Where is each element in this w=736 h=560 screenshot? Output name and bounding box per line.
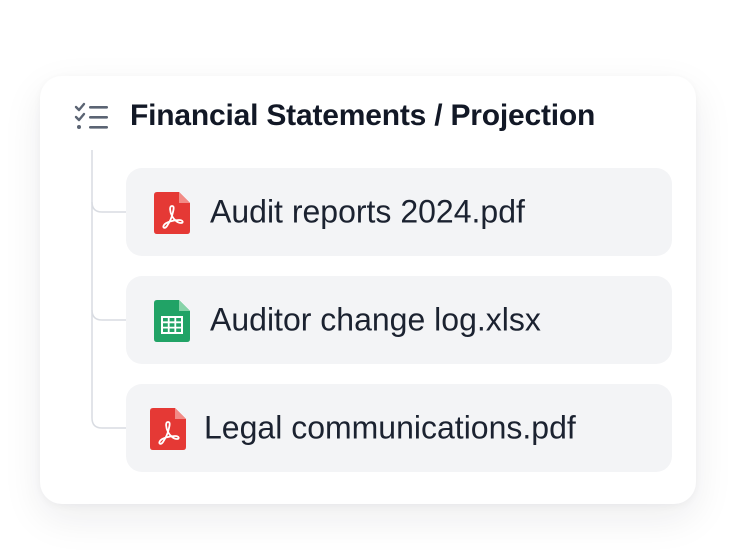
file-name: Auditor change log.xlsx [210, 301, 541, 338]
folder-title: Financial Statements / Projection [130, 99, 596, 132]
file-name: Audit reports 2024.pdf [210, 193, 525, 230]
file-item-legal-communications[interactable]: Legal communications.pdf [126, 384, 672, 472]
pdf-icon [154, 192, 190, 234]
folder-header[interactable]: Financial Statements / Projection [74, 96, 595, 136]
pdf-icon [150, 408, 186, 450]
file-item-audit-reports[interactable]: Audit reports 2024.pdf [126, 168, 672, 256]
checklist-icon [74, 100, 110, 132]
file-name: Legal communications.pdf [204, 409, 576, 446]
spreadsheet-icon [154, 300, 190, 342]
file-item-auditor-change-log[interactable]: Auditor change log.xlsx [126, 276, 672, 364]
